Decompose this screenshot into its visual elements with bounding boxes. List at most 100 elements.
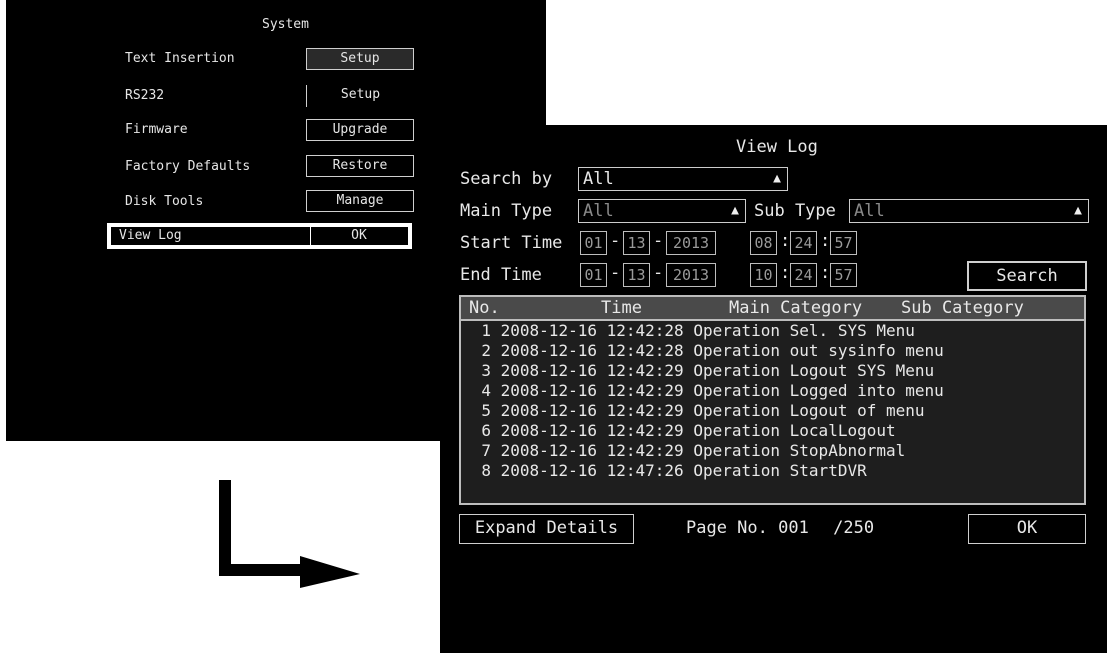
rs232-setup-button[interactable]: Setup [306,85,414,107]
view-log-panel: View Log Search by All ▲ Main Type All ▲… [440,125,1107,653]
start-minute-field[interactable]: 24 [790,231,817,255]
log-row-main-category: Operation [693,341,781,360]
search-by-select[interactable]: All ▲ [578,167,788,191]
start-month-field[interactable]: 01 [580,231,607,255]
log-row-time: 2008-12-16 12:47:26 [500,461,684,480]
system-menu-title: System [262,17,309,32]
text-insertion-setup-button[interactable]: Setup [306,48,414,70]
search-button[interactable]: Search [967,261,1087,291]
time-separator: : [780,263,791,283]
log-row-time: 2008-12-16 12:42:29 [500,421,684,440]
page-indicator: Page No. 001 /250 [686,518,874,538]
firmware-upgrade-button[interactable]: Upgrade [306,119,414,141]
log-row-no: 4 [481,381,491,400]
page-label: Page No. [686,518,768,538]
firmware-label: Firmware [125,122,188,137]
end-hour-field[interactable]: 10 [750,263,777,287]
log-row-sub-category: Logged into menu [789,381,944,400]
log-row[interactable]: 4 2008-12-16 12:42:29 Operation Logged i… [461,381,1084,401]
time-separator: : [820,263,831,283]
log-row-sub-category: LocalLogout [789,421,896,440]
log-row-main-category: Operation [693,441,781,460]
log-row[interactable]: 5 2008-12-16 12:42:29 Operation Logout o… [461,401,1084,421]
view-log-ok-button[interactable]: OK [310,227,408,245]
end-day-field[interactable]: 13 [623,263,650,287]
log-row-no: 6 [481,421,491,440]
log-row-main-category: Operation [693,361,781,380]
log-row-sub-category: out sysinfo menu [789,341,944,360]
end-year-field[interactable]: 2013 [666,263,716,287]
ok-button[interactable]: OK [968,514,1086,544]
page-total: /250 [833,518,875,538]
log-row[interactable]: 2 2008-12-16 12:42:28 Operation out sysi… [461,341,1084,361]
log-row[interactable]: 7 2008-12-16 12:42:29 Operation StopAbno… [461,441,1084,461]
log-row[interactable]: 8 2008-12-16 12:47:26 Operation StartDVR [461,461,1084,481]
log-row-time: 2008-12-16 12:42:28 [500,341,684,360]
date-separator: - [610,231,621,251]
main-type-value: All [583,201,614,221]
sub-type-label: Sub Type [754,201,836,221]
time-separator: : [820,231,831,251]
log-row-no: 7 [481,441,491,460]
search-by-label: Search by [460,169,553,189]
end-time-label: End Time [460,265,542,285]
disk-tools-label: Disk Tools [125,194,204,209]
log-row-time: 2008-12-16 12:42:29 [500,381,684,400]
end-second-field[interactable]: 57 [830,263,857,287]
start-second-field[interactable]: 57 [830,231,857,255]
column-no: No. [469,298,500,318]
log-row-sub-category: Sel. SYS Menu [789,321,915,340]
start-time-label: Start Time [460,233,563,253]
log-row[interactable]: 6 2008-12-16 12:42:29 Operation LocalLog… [461,421,1084,441]
log-row-no: 8 [481,461,491,480]
select-arrows-icon: ▲ [1074,203,1082,218]
log-row-time: 2008-12-16 12:42:29 [500,441,684,460]
log-row-main-category: Operation [693,381,781,400]
page-current: 001 [778,518,809,538]
end-minute-field[interactable]: 24 [790,263,817,287]
view-log-row-selected[interactable]: View Log OK [107,223,412,249]
log-row-sub-category: StartDVR [789,461,867,480]
search-by-value: All [583,169,614,189]
disk-tools-manage-button[interactable]: Manage [306,190,414,212]
log-row-no: 2 [481,341,491,360]
factory-defaults-label: Factory Defaults [125,159,251,174]
view-log-label: View Log [119,228,182,243]
log-row-no: 5 [481,401,491,420]
flow-arrow-icon [219,480,360,588]
date-separator: - [610,263,621,283]
column-time: Time [601,298,642,318]
log-row-sub-category: StopAbnormal [789,441,906,460]
log-row-main-category: Operation [693,401,781,420]
log-row-time: 2008-12-16 12:42:29 [500,401,684,420]
log-row-no: 1 [481,321,491,340]
log-table: No. Time Main Category Sub Category 1 20… [459,295,1086,505]
sub-type-select[interactable]: All ▲ [849,199,1089,223]
start-year-field[interactable]: 2013 [666,231,716,255]
log-row[interactable]: 3 2008-12-16 12:42:29 Operation Logout S… [461,361,1084,381]
factory-defaults-restore-button[interactable]: Restore [306,155,414,177]
log-row-no: 3 [481,361,491,380]
sub-type-value: All [854,201,885,221]
log-row-time: 2008-12-16 12:42:28 [500,321,684,340]
log-row-main-category: Operation [693,461,781,480]
text-insertion-label: Text Insertion [125,51,235,66]
log-rows: 1 2008-12-16 12:42:28 Operation Sel. SYS… [461,321,1084,503]
start-day-field[interactable]: 13 [623,231,650,255]
log-row[interactable]: 1 2008-12-16 12:42:28 Operation Sel. SYS… [461,321,1084,341]
log-row-sub-category: Logout of menu [789,401,925,420]
log-row-time: 2008-12-16 12:42:29 [500,361,684,380]
main-type-label: Main Type [460,201,553,221]
expand-details-button[interactable]: Expand Details [459,514,634,544]
column-main-category: Main Category [729,298,863,318]
log-row-sub-category: Logout SYS Menu [789,361,935,380]
select-arrows-icon: ▲ [731,203,739,218]
time-separator: : [780,231,791,251]
start-hour-field[interactable]: 08 [750,231,777,255]
end-month-field[interactable]: 01 [580,263,607,287]
log-row-main-category: Operation [693,421,781,440]
date-separator: - [653,263,664,283]
column-sub-category: Sub Category [901,298,1024,318]
main-type-select[interactable]: All ▲ [578,199,746,223]
select-arrows-icon: ▲ [773,171,781,186]
